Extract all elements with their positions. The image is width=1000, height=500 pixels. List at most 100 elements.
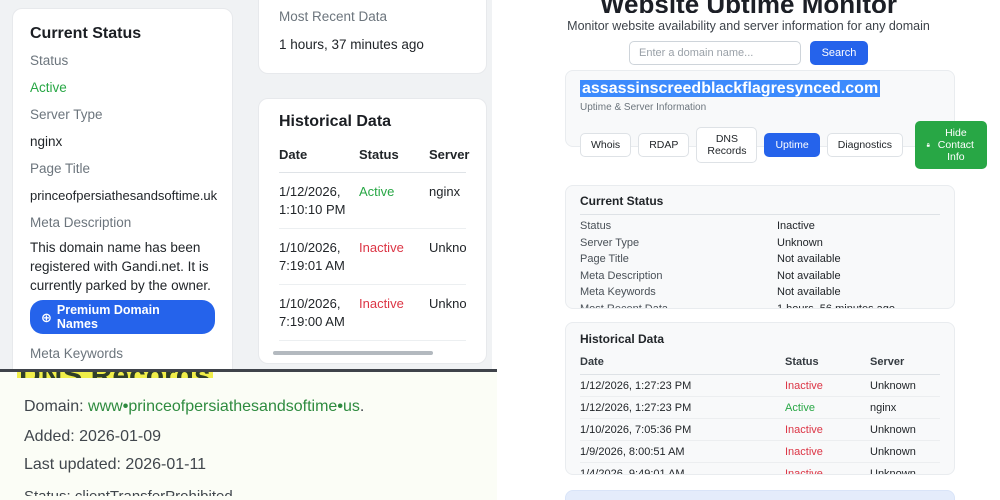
cell-status: Inactive	[785, 446, 870, 458]
cell-date: 1/4/2026, 9:49:01 AM	[580, 468, 785, 476]
tab-uptime[interactable]: Uptime	[764, 133, 819, 157]
table-row: 1/10/2026, 7:19:00 AM Inactive Unknow	[279, 285, 466, 341]
hide-contact-label: Hide Contact Info	[936, 127, 977, 163]
hide-contact-info-button[interactable]: Hide Contact Info	[915, 121, 987, 169]
tab-diagnostics[interactable]: Diagnostics	[827, 133, 903, 157]
table-row: 1/4/2026, 9:49:01 AM Inactive Unknown	[580, 463, 940, 475]
historical-table-left: Date Status Server 1/12/2026, 1:10:10 PM…	[279, 147, 466, 341]
tab-bar: Whois RDAP DNS Records Uptime Diagnostic…	[580, 121, 940, 169]
domain-result-card: assassinscreedblackflagresynced.com Upti…	[565, 70, 955, 147]
status-row: Status Inactive	[580, 218, 940, 235]
dns-records-section: DNS Records Domain: www•princeofpersiath…	[0, 372, 497, 500]
table-row: 1/9/2026, 8:00:51 AM Inactive Unknown	[580, 441, 940, 463]
clipped-bottom-line: Status: clientTransferProhibited	[24, 488, 233, 496]
meta-description-value: This domain name has been registered wit…	[30, 238, 215, 295]
server-type-label: Server Type	[30, 107, 215, 122]
circle-plus-icon: ⊕	[41, 311, 52, 324]
card-caption: Uptime & Server Information	[580, 102, 940, 113]
cell-date: 1/10/2026, 7:05:36 PM	[580, 424, 785, 436]
cell-server: Unknow	[429, 239, 466, 274]
domain-tld: us	[343, 398, 360, 415]
cell-server: Unknow	[429, 295, 466, 330]
page-title: Website Uptime Monitor	[600, 0, 897, 13]
status-row: Most Recent Data 1 hours, 56 minutes ago	[580, 301, 940, 310]
historical-data-panel-left: Historical Data Date Status Server 1/12/…	[258, 98, 487, 364]
col-date: Date	[580, 356, 785, 368]
row-value: Not available	[777, 253, 940, 266]
premium-domain-badge[interactable]: ⊕ Premium Domain Names	[30, 300, 215, 334]
page-title-label: Page Title	[30, 161, 215, 176]
horizontal-scrollbar[interactable]	[273, 351, 433, 355]
table-header-row: Date Status Server	[580, 353, 940, 375]
search-button[interactable]: Search	[810, 41, 868, 65]
domain-name: princeofpersiathesandsoftime	[128, 398, 337, 415]
most-recent-data-panel: Most Recent Data 1 hours, 37 minutes ago	[258, 0, 487, 74]
cell-date: 1/12/2026, 1:27:23 PM	[580, 380, 785, 392]
table-row: 1/12/2026, 1:27:23 PM Inactive Unknown	[580, 375, 940, 397]
uptime-monitor-page: Website Uptime Monitor Monitor website a…	[497, 0, 1000, 500]
tab-dns-records[interactable]: DNS Records	[696, 127, 757, 163]
historical-title: Historical Data	[279, 113, 466, 131]
table-row: 1/12/2026, 1:10:10 PM Active nginx	[279, 173, 466, 229]
domain-label: Domain:	[24, 398, 88, 415]
row-label: Meta Keywords	[580, 286, 777, 299]
tab-whois[interactable]: Whois	[580, 133, 631, 157]
card-title: Historical Data	[580, 332, 940, 346]
tab-rdap[interactable]: RDAP	[638, 133, 689, 157]
domain-www: www	[88, 398, 123, 415]
row-label: Most Recent Data	[580, 303, 777, 310]
status-row: Page Title Not available	[580, 251, 940, 268]
cell-status: Inactive	[785, 468, 870, 476]
screenshot-canvas: Current Status Status Active Server Type…	[0, 0, 1000, 500]
row-value: Inactive	[777, 220, 940, 233]
search-row: Search	[497, 41, 1000, 65]
status-row: Meta Keywords Not available	[580, 284, 940, 301]
col-server: Server	[870, 356, 940, 368]
meta-keywords-label: Meta Keywords	[30, 346, 215, 361]
row-value: Not available	[777, 270, 940, 283]
cell-date: 1/9/2026, 8:00:51 AM	[580, 446, 785, 458]
status-value: Active	[30, 80, 215, 95]
status-row: Server Type Unknown	[580, 235, 940, 252]
cell-server: Unknown	[870, 424, 940, 436]
page-subtitle: Monitor website availability and server …	[497, 19, 1000, 33]
cell-server: Unknown	[870, 380, 940, 392]
selected-domain-text[interactable]: assassinscreedblackflagresynced.com	[580, 80, 880, 97]
row-label: Status	[580, 220, 777, 233]
row-value: 1 hours, 56 minutes ago	[777, 303, 940, 310]
row-label: Meta Description	[580, 270, 777, 283]
clipped-bottom-card	[565, 490, 955, 500]
cell-server: nginx	[429, 183, 466, 218]
current-status-panel-left: Current Status Status Active Server Type…	[12, 8, 233, 369]
cell-status: Inactive	[785, 380, 870, 392]
col-date: Date	[279, 147, 355, 162]
cell-date: 1/10/2026, 7:19:01 AM	[279, 239, 355, 274]
table-row: 1/12/2026, 1:27:23 PM Active nginx	[580, 397, 940, 419]
meta-description-label: Meta Description	[30, 215, 215, 230]
panel-title: Current Status	[30, 25, 215, 43]
lock-icon	[926, 140, 931, 150]
server-type-value: nginx	[30, 134, 215, 149]
domain-line: Domain: www•princeofpersiathesandsoftime…	[24, 398, 364, 416]
col-status: Status	[359, 147, 425, 162]
cell-status: Active	[359, 183, 425, 218]
row-value: Not available	[777, 286, 940, 299]
page-title-value: princeofpersiathesandsoftime.uk	[30, 188, 215, 203]
cell-status: Inactive	[785, 424, 870, 436]
most-recent-data-label: Most Recent Data	[279, 9, 466, 24]
historical-data-card-right: Historical Data Date Status Server 1/12/…	[565, 322, 955, 475]
last-updated-line: Last updated: 2026-01-11	[24, 456, 206, 474]
cell-date: 1/12/2026, 1:27:23 PM	[580, 402, 785, 414]
premium-badge-label: Premium Domain Names	[57, 303, 204, 331]
col-server: Server	[429, 147, 469, 162]
table-row: 1/10/2026, 7:05:36 PM Inactive Unknown	[580, 419, 940, 441]
row-label: Server Type	[580, 237, 777, 250]
cell-status: Active	[785, 402, 870, 414]
card-title: Current Status	[580, 194, 940, 215]
added-line: Added: 2026-01-09	[24, 428, 161, 446]
clipped-dns-heading: DNS Records	[17, 372, 297, 378]
domain-search-input[interactable]	[629, 41, 801, 65]
row-label: Page Title	[580, 253, 777, 266]
left-composite-top: Current Status Status Active Server Type…	[0, 0, 492, 369]
cell-server: Unknown	[870, 468, 940, 476]
